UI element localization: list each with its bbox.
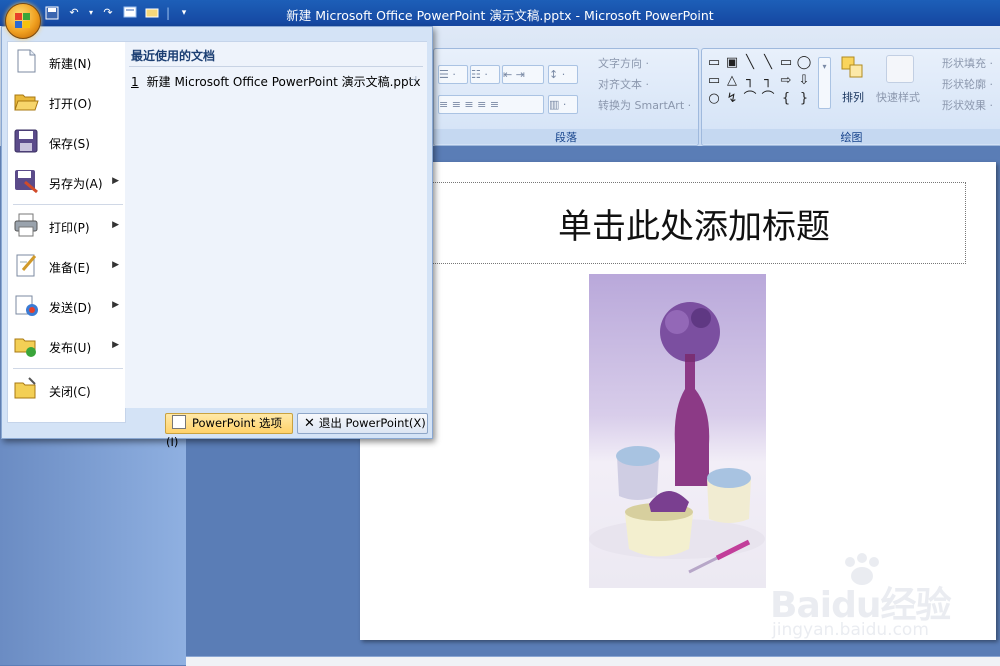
- align-left-button[interactable]: ≡ ≡ ≡ ≡ ≡: [438, 95, 544, 114]
- exit-powerpoint-label: 退出 PowerPoint(X): [318, 416, 426, 430]
- shape-fill-button[interactable]: 形状填充 ·: [942, 55, 993, 71]
- send-submenu-arrow-icon: ▶: [112, 300, 119, 310]
- qat-redo-icon[interactable]: ↷: [100, 6, 116, 20]
- line-spacing-button[interactable]: ↕ ·: [548, 65, 578, 84]
- printer-icon: [13, 212, 39, 238]
- menu-item-new-label: 新建(N): [49, 57, 92, 71]
- prepare-icon: [13, 252, 39, 278]
- menu-item-save-as-label: 另存为(A): [49, 177, 103, 191]
- text-direction-button[interactable]: 文字方向 ·: [598, 55, 649, 71]
- prepare-submenu-arrow-icon: ▶: [112, 260, 119, 270]
- menu-item-save-as[interactable]: 另存为(A) ▶: [8, 162, 125, 202]
- shapes-more-button[interactable]: ▾: [818, 57, 831, 109]
- recent-document-name: 新建 Microsoft Office PowerPoint 演示文稿.pptx: [146, 75, 421, 89]
- office-menu-commands: 新建(N) 打开(O) 保存(S) 另存为(A) ▶ 打印(P) ▶ 准备(E)…: [7, 41, 126, 423]
- slide-picture[interactable]: [589, 274, 766, 588]
- publish-icon: [13, 332, 39, 358]
- qat-open-icon[interactable]: [144, 6, 160, 20]
- paragraph-group: ☰ · ☷ · ⇤ ⇥ ↕ · ≡ ≡ ≡ ≡ ≡ ▥ · 文字方向 · 对齐文…: [433, 48, 699, 146]
- menu-item-open-label: 打开(O): [49, 97, 92, 111]
- convert-smartart-button[interactable]: 转换为 SmartArt ·: [598, 97, 691, 113]
- recent-documents-divider: [129, 66, 423, 67]
- open-folder-icon: [13, 88, 39, 114]
- watermark-url-text: jingyan.baidu.com: [772, 620, 929, 640]
- exit-powerpoint-button[interactable]: ✕ 退出 PowerPoint(X): [297, 413, 428, 434]
- paragraph-group-label: 段落: [434, 129, 698, 144]
- send-icon: [13, 292, 39, 318]
- vase-and-cups-image: [589, 302, 765, 574]
- menu-item-publish[interactable]: 发布(U) ▶: [8, 326, 125, 366]
- menu-item-close[interactable]: 关闭(C): [8, 370, 125, 410]
- office-logo-icon: [15, 13, 31, 29]
- quick-styles-button[interactable]: 快速样式: [876, 89, 920, 105]
- menu-item-save-label: 保存(S): [49, 137, 90, 151]
- menu-item-open[interactable]: 打开(O): [8, 82, 125, 122]
- shape-effects-button[interactable]: 形状效果 ·: [942, 97, 993, 113]
- qat-customize-icon[interactable]: ▾: [176, 6, 192, 20]
- menu-item-print-label: 打印(P): [49, 221, 90, 235]
- quick-access-toolbar: ↶ ▾ ↷ | ▾: [44, 4, 192, 22]
- recent-documents-header: 最近使用的文档: [131, 49, 216, 63]
- publish-submenu-arrow-icon: ▶: [112, 340, 119, 350]
- title-bar: 新建 Microsoft Office PowerPoint 演示文稿.pptx…: [0, 0, 1000, 26]
- numbering-button[interactable]: ☷ ·: [470, 65, 500, 84]
- recent-document-number: 1: [131, 75, 139, 89]
- menu-item-prepare-label: 准备(E): [49, 261, 90, 275]
- powerpoint-options-button[interactable]: PowerPoint 选项(I): [165, 413, 293, 449]
- menu-item-print[interactable]: 打印(P) ▶: [8, 206, 125, 246]
- menu-item-prepare[interactable]: 准备(E) ▶: [8, 246, 125, 286]
- columns-button[interactable]: ▥ ·: [548, 95, 578, 114]
- qat-slide-layout-icon[interactable]: [122, 6, 138, 20]
- pin-icon[interactable]: ⊣: [408, 75, 417, 86]
- menu-item-save[interactable]: 保存(S): [8, 122, 125, 162]
- save-as-icon: [13, 168, 39, 194]
- menu-item-publish-label: 发布(U): [49, 341, 92, 355]
- bullets-button[interactable]: ☰ ·: [438, 65, 468, 84]
- arrange-icon[interactable]: [840, 55, 866, 81]
- save-disk-icon: [13, 128, 39, 154]
- menu-item-close-label: 关闭(C): [49, 385, 91, 399]
- baidu-watermark: Baidu经验 jingyan.baidu.com: [766, 552, 956, 642]
- recent-document-item[interactable]: 1 新建 Microsoft Office PowerPoint 演示文稿.ppt…: [131, 73, 421, 91]
- arrange-button[interactable]: 排列: [842, 89, 864, 105]
- exit-icon: ✕: [304, 416, 315, 431]
- align-text-button[interactable]: 对齐文本 ·: [598, 76, 649, 92]
- title-placeholder[interactable]: 单击此处添加标题: [422, 182, 966, 264]
- options-icon: [172, 415, 186, 429]
- menu-separator: [13, 368, 123, 369]
- new-document-icon: [13, 48, 39, 74]
- indent-buttons[interactable]: ⇤ ⇥: [502, 65, 544, 84]
- menu-item-send-label: 发送(D): [49, 301, 92, 315]
- close-folder-icon: [13, 376, 39, 402]
- save-as-submenu-arrow-icon: ▶: [112, 176, 119, 186]
- shapes-gallery[interactable]: ▭ ▣ ╲ ╲ ▭ ◯ ▭ △ ┐ ┐ ⇨ ⇩ ○ ↯ ⌒ ⌒{}: [706, 55, 812, 107]
- qat-undo-dropdown-icon[interactable]: ▾: [88, 6, 94, 20]
- menu-item-new[interactable]: 新建(N): [8, 42, 125, 82]
- quick-styles-icon[interactable]: [886, 55, 914, 83]
- title-placeholder-text: 单击此处添加标题: [558, 207, 830, 247]
- office-menu: 新建(N) 打开(O) 保存(S) 另存为(A) ▶ 打印(P) ▶ 准备(E)…: [1, 26, 433, 449]
- drawing-group: ▭ ▣ ╲ ╲ ▭ ◯ ▭ △ ┐ ┐ ⇨ ⇩ ○ ↯ ⌒ ⌒{} ▾ 排列 快速样式 形状填充 · 形状…: [701, 48, 1000, 146]
- menu-separator: [13, 204, 123, 205]
- shape-outline-button[interactable]: 形状轮廓 ·: [942, 76, 993, 92]
- print-submenu-arrow-icon: ▶: [112, 220, 119, 230]
- recent-documents-panel: 最近使用的文档 1 新建 Microsoft Office PowerPoint …: [125, 41, 427, 408]
- office-menu-footer: PowerPoint 选项(I) ✕ 退出 PowerPoint(X): [2, 409, 432, 449]
- office-button[interactable]: [5, 3, 41, 39]
- qat-separator: |: [166, 6, 171, 20]
- drawing-group-label: 绘图: [702, 129, 1000, 144]
- menu-item-send[interactable]: 发送(D) ▶: [8, 286, 125, 326]
- qat-undo-icon[interactable]: ↶: [66, 6, 82, 20]
- qat-save-icon[interactable]: [44, 6, 60, 20]
